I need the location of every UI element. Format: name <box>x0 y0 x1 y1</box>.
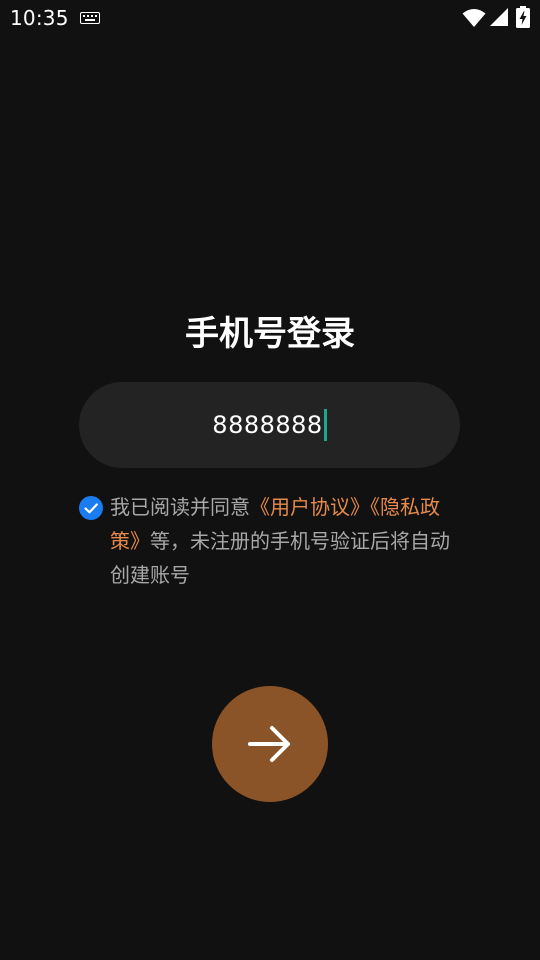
keyboard-icon <box>80 12 100 24</box>
agreement-text: 我已阅读并同意《用户协议》《隐私政策》等，未注册的手机号验证后将自动创建账号 <box>110 490 455 592</box>
arrow-right-icon <box>248 726 290 762</box>
phone-number-input[interactable]: 8888888 <box>79 382 460 468</box>
user-agreement-link[interactable]: 《用户协议》 <box>250 495 370 519</box>
next-button[interactable] <box>212 686 328 802</box>
cellular-signal-icon <box>490 8 508 26</box>
battery-charging-icon <box>516 6 530 28</box>
agreement-suffix: 等，未注册的手机号验证后将自动创建账号 <box>110 529 450 587</box>
phone-number-value: 8888888 <box>212 411 323 439</box>
status-bar: 10:35 <box>0 0 540 36</box>
agreement-checkbox-icon[interactable] <box>79 496 103 520</box>
agreement-prefix: 我已阅读并同意 <box>110 495 250 519</box>
page-title: 手机号登录 <box>185 314 355 354</box>
login-screen: 10:35 手机号登录 8888888 我已阅读并同意《用户协议》《隐私政策》等… <box>0 0 540 960</box>
text-caret <box>323 409 327 441</box>
wifi-icon <box>462 9 486 27</box>
status-time: 10:35 <box>10 6 69 30</box>
